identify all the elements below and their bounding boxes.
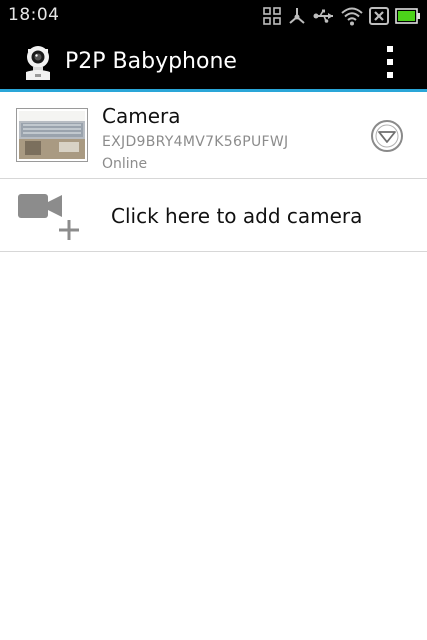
add-camera-button[interactable]: Click here to add camera (0, 180, 427, 252)
status-bar: 18:04 (0, 0, 427, 32)
camera-list-item[interactable]: Camera EXJD9BRY4MV7K56PUFWJ Online (0, 95, 427, 179)
camera-uid: EXJD9BRY4MV7K56PUFWJ (102, 134, 289, 150)
app-title: P2P Babyphone (65, 49, 237, 74)
dropdown-circle-icon[interactable] (370, 119, 404, 153)
battery-icon (395, 8, 420, 24)
apps-grid-icon (263, 7, 281, 25)
overflow-dot (387, 46, 393, 52)
camera-status: Online (102, 156, 148, 172)
camera-name: Camera (102, 104, 181, 128)
usb-icon (313, 9, 333, 23)
add-video-camera-icon (18, 194, 79, 240)
action-bar: P2P Babyphone (0, 32, 427, 92)
overflow-menu-icon[interactable] (383, 46, 397, 78)
overflow-dot (387, 59, 393, 65)
camera-thumbnail (16, 108, 88, 162)
add-camera-label: Click here to add camera (111, 204, 363, 228)
camera-preview-image (19, 111, 85, 159)
wifi-icon (341, 7, 363, 26)
app-camera-logo-icon (26, 46, 50, 80)
status-icons (263, 4, 421, 28)
overflow-dot (387, 72, 393, 78)
status-time: 18:04 (8, 5, 60, 25)
no-sim-icon (369, 7, 389, 25)
usb-debug-icon (289, 8, 305, 24)
